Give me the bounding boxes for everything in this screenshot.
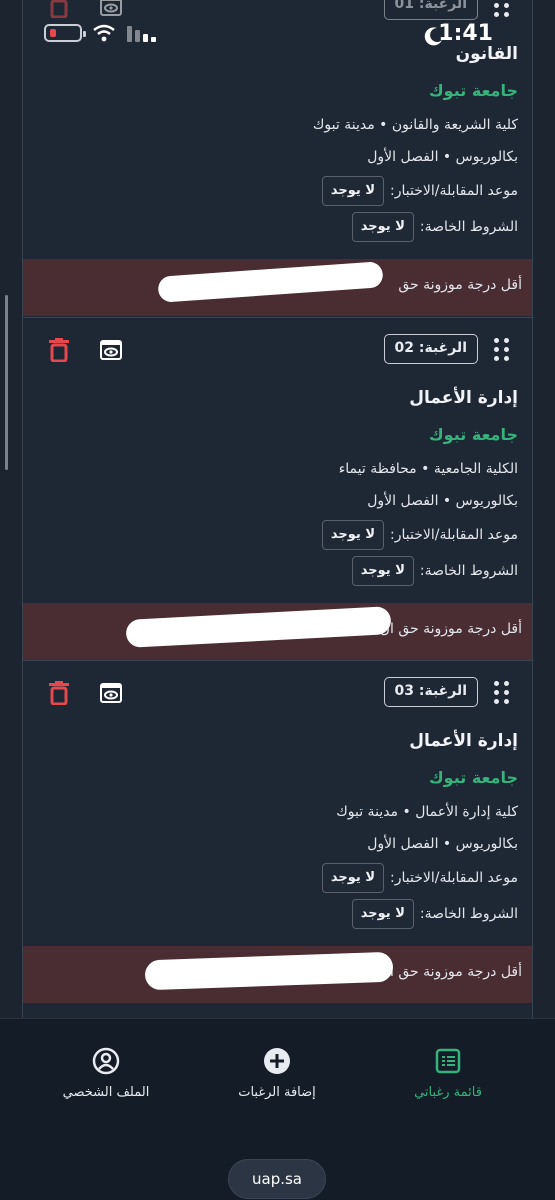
college-location: كلية الشريعة والقانون • مدينة تبوك	[312, 117, 518, 133]
degree-semester: بكالوريوس • الفصل الأول	[367, 149, 518, 165]
nav-add-wishes-label: إضافة الرغبات	[238, 1085, 316, 1100]
trash-icon[interactable]	[49, 338, 69, 362]
wish-card-03: الرغبة: 03 إدارة الأعمال جامعة تبوك كلية…	[23, 660, 532, 1003]
battery-icon	[44, 24, 86, 42]
drag-handle-icon[interactable]	[494, 338, 514, 362]
wish-rank-badge: الرغبة: 02	[383, 334, 478, 364]
eye-icon[interactable]	[100, 340, 122, 360]
status-bar: 1:41	[0, 0, 555, 56]
eye-icon[interactable]	[100, 683, 122, 703]
conditions-row: الشروط الخاصة: لا يوجد	[351, 555, 518, 587]
list-icon	[435, 1048, 461, 1074]
interview-value: لا يوجد	[321, 520, 385, 550]
signal-icon	[127, 26, 157, 42]
min-score-label: أقل درجة موزونة حق	[398, 277, 522, 293]
university-name: جامعة تبوك	[429, 81, 518, 100]
college-location: الكلية الجامعية • محافظة تيماء	[338, 461, 518, 477]
nav-wishlist-label: قائمة رغباتي	[414, 1085, 482, 1100]
redaction-mark	[144, 951, 394, 991]
redaction-mark	[157, 261, 384, 303]
wishlist-scroll-area[interactable]: الرغبة: 01 القانون جامعة تبوك كلية الشري…	[22, 0, 533, 1018]
conditions-value: لا يوجد	[351, 556, 414, 586]
trash-icon[interactable]	[49, 681, 69, 705]
interview-value: لا يوجد	[321, 863, 385, 893]
url-pill[interactable]: uap.sa	[228, 1159, 326, 1199]
card-toolbar: الرغبة: 03	[23, 661, 532, 721]
degree-semester: بكالوريوس • الفصل الأول	[367, 493, 518, 509]
scrollbar-thumb[interactable]	[5, 295, 8, 470]
conditions-label: الشروط الخاصة:	[419, 563, 518, 579]
conditions-row: الشروط الخاصة: لا يوجد	[351, 898, 518, 930]
conditions-label: الشروط الخاصة:	[419, 219, 518, 235]
status-time: 1:41	[438, 21, 493, 46]
wifi-icon	[93, 24, 115, 42]
wish-card-02: الرغبة: 02 إدارة الأعمال جامعة تبوك الكل…	[23, 317, 532, 660]
min-score-label: أقل درجة موزونة حق ال	[379, 621, 522, 637]
min-score-label: أقل درجة موزونة حق ا	[389, 964, 522, 980]
card-toolbar: الرغبة: 02	[23, 318, 532, 378]
conditions-row: الشروط الخاصة: لا يوجد	[351, 211, 518, 243]
bottom-nav: قائمة رغباتي إضافة الرغبات الملف الشخصي …	[0, 1018, 555, 1200]
left-gutter	[0, 0, 22, 1018]
min-score-band: أقل درجة موزونة حق	[23, 259, 532, 316]
university-name: جامعة تبوك	[429, 768, 518, 787]
add-circle-icon	[264, 1048, 290, 1074]
interview-row: موعد المقابلة/الاختبار: لا يوجد	[321, 175, 518, 207]
program-title: إدارة الأعمال	[409, 731, 518, 751]
drag-handle-icon[interactable]	[494, 681, 514, 705]
wish-rank-badge: الرغبة: 03	[383, 677, 478, 707]
min-score-band: أقل درجة موزونة حق ا	[23, 946, 532, 1003]
nav-wishlist[interactable]: قائمة رغباتي	[378, 1047, 518, 1100]
conditions-value: لا يوجد	[351, 212, 414, 242]
redaction-mark	[125, 606, 392, 648]
conditions-value: لا يوجد	[351, 899, 414, 929]
university-name: جامعة تبوك	[429, 425, 518, 444]
interview-label: موعد المقابلة/الاختبار:	[390, 527, 518, 543]
conditions-label: الشروط الخاصة:	[419, 906, 518, 922]
program-title: إدارة الأعمال	[409, 388, 518, 408]
college-location: كلية إدارة الأعمال • مدينة تبوك	[336, 804, 518, 820]
nav-profile[interactable]: الملف الشخصي	[36, 1047, 176, 1100]
interview-row: موعد المقابلة/الاختبار: لا يوجد	[321, 519, 518, 551]
interview-label: موعد المقابلة/الاختبار:	[390, 183, 518, 199]
interview-label: موعد المقابلة/الاختبار:	[390, 870, 518, 886]
profile-icon	[92, 1047, 120, 1075]
interview-row: موعد المقابلة/الاختبار: لا يوجد	[321, 862, 518, 894]
nav-add-wishes[interactable]: إضافة الرغبات	[207, 1047, 347, 1100]
nav-profile-label: الملف الشخصي	[62, 1085, 150, 1100]
interview-value: لا يوجد	[321, 176, 385, 206]
right-gutter	[533, 0, 555, 1018]
min-score-band: أقل درجة موزونة حق ال	[23, 603, 532, 660]
degree-semester: بكالوريوس • الفصل الأول	[367, 836, 518, 852]
